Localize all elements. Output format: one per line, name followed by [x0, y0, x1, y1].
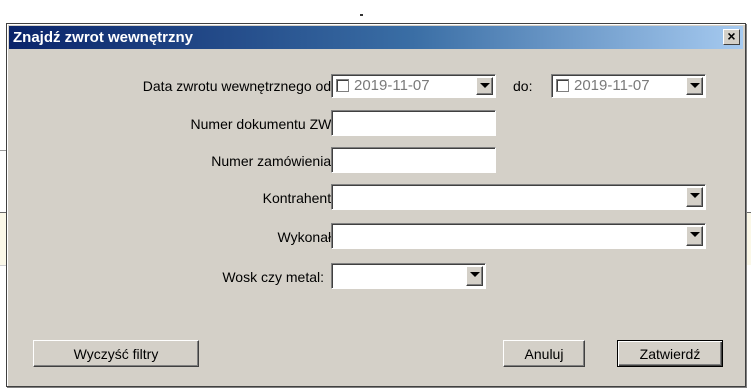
date-from-checkbox[interactable]	[336, 79, 349, 92]
background-window	[0, 0, 751, 23]
date-to-label: do:	[513, 78, 533, 94]
contractor-dropdown-icon[interactable]	[686, 187, 703, 207]
find-return-dialog: Znajdź zwrot wewnętrzny × Data zwrotu we…	[6, 23, 746, 387]
date-from-dropdown-icon[interactable]	[476, 77, 493, 95]
close-button[interactable]: ×	[723, 29, 740, 45]
date-from-value: 2019-11-07	[354, 77, 430, 94]
performed-label: Wykonał:	[277, 229, 335, 245]
date-to-dropdown-icon[interactable]	[686, 77, 703, 95]
material-select[interactable]	[331, 263, 486, 289]
contractor-label: Kontrahent:	[262, 190, 335, 206]
close-icon: ×	[727, 28, 736, 44]
dialog-title: Znajdź zwrot wewnętrzny	[13, 29, 194, 46]
clear-filters-button[interactable]: Wyczyść filtry	[33, 340, 199, 367]
performed-by-select[interactable]	[331, 223, 706, 249]
confirm-button[interactable]: Zatwierdź	[617, 340, 723, 367]
date-to-checkbox[interactable]	[556, 79, 569, 92]
date-to-value: 2019-11-07	[574, 77, 650, 94]
material-dropdown-icon[interactable]	[466, 266, 483, 286]
date-to-picker[interactable]: 2019-11-07	[551, 74, 706, 98]
doc-number-label: Numer dokumentu ZW:	[190, 116, 335, 132]
dialog-titlebar[interactable]: Znajdź zwrot wewnętrzny ×	[9, 26, 743, 49]
date-from-label: Data zwrotu wewnętrznego od:	[142, 78, 335, 94]
material-label: Wosk czy metal:	[222, 269, 324, 285]
performed-dropdown-icon[interactable]	[686, 226, 703, 246]
cancel-button[interactable]: Anuluj	[503, 340, 585, 367]
doc-number-input[interactable]	[331, 110, 496, 136]
background-caret	[360, 14, 363, 16]
order-number-input[interactable]	[331, 147, 496, 173]
contractor-select[interactable]	[331, 184, 706, 210]
date-from-picker[interactable]: 2019-11-07	[331, 74, 496, 98]
order-number-label: Numer zamówienia:	[211, 153, 335, 169]
